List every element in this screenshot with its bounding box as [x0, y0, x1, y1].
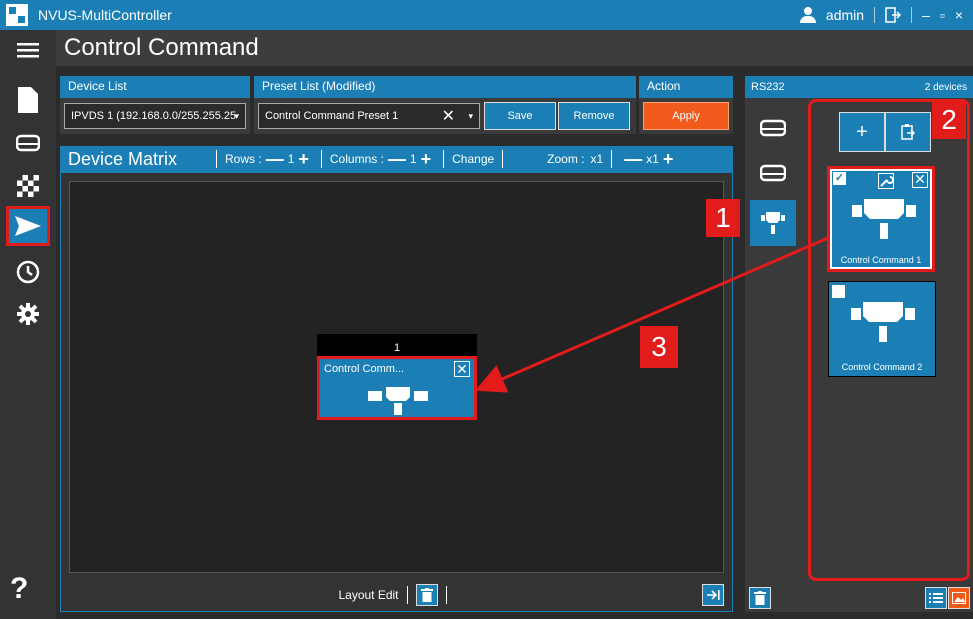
drag-arrow [474, 236, 829, 393]
